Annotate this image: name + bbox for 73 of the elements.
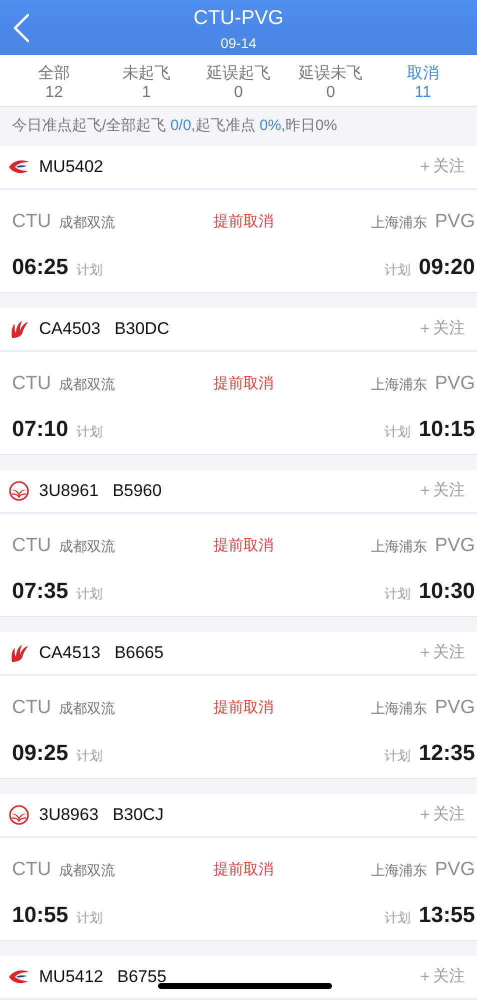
airport-code: CTU [12, 372, 52, 396]
departure-time: 07:35 [12, 576, 68, 604]
airport-name: 成都双流 [59, 212, 116, 232]
arrival-time: 09:20 [418, 252, 475, 280]
follow-button[interactable]: ＋关注 [417, 317, 465, 341]
arrival-time: 10:30 [418, 576, 475, 604]
airport-name: 成都双流 [59, 374, 116, 394]
bird-circle-logo-icon [8, 481, 30, 501]
airport-name: 上海浦东 [370, 374, 427, 394]
flight-status: 提前取消 [214, 537, 274, 554]
airport-code: PVG [434, 858, 475, 882]
airport-code: PVG [434, 210, 475, 234]
filter-tab[interactable]: 取消 11 [376, 55, 470, 106]
flight-number: MU5412 [39, 966, 104, 988]
follow-button[interactable]: ＋关注 [417, 641, 465, 665]
time-label: 计划 [384, 747, 411, 766]
airport-name: 成都双流 [59, 698, 116, 718]
aircraft-registration: B6665 [114, 642, 164, 664]
time-label: 计划 [76, 585, 102, 604]
flight-number: 3U8963 [39, 804, 99, 826]
aircraft-registration: B5960 [112, 480, 162, 502]
bird-circle-logo-icon [8, 805, 30, 825]
airport-code: PVG [434, 372, 475, 396]
airport-code: PVG [434, 534, 475, 558]
departure-time: 09:25 [12, 738, 68, 766]
punctuality-summary: 今日准点起飞/全部起飞 0/0,起飞准点 0%,昨日0% [12, 116, 338, 136]
time-label: 计划 [76, 423, 102, 442]
flight-number: MU5402 [39, 156, 104, 178]
time-label: 计划 [384, 585, 411, 604]
flight-status: 提前取消 [214, 213, 274, 230]
arrival-time: 12:35 [418, 738, 475, 766]
airport-name: 上海浦东 [370, 536, 427, 556]
filter-tab[interactable]: 全部 12 [8, 55, 100, 106]
arrival-time: 10:15 [418, 414, 475, 442]
back-icon[interactable] [12, 13, 32, 43]
aircraft-registration: B30DC [114, 318, 170, 340]
date-label: 09-14 [220, 35, 256, 51]
route-title: CTU-PVG [194, 6, 284, 29]
flight-number: CA4503 [39, 318, 100, 340]
airport-name: 上海浦东 [370, 860, 427, 880]
flight-status: 提前取消 [214, 699, 274, 716]
airport-code: PVG [434, 696, 475, 720]
flight-number: 3U8961 [39, 480, 99, 502]
flight-number: CA4513 [39, 642, 100, 664]
follow-button[interactable]: ＋关注 [417, 479, 465, 503]
airport-name: 成都双流 [59, 860, 116, 880]
flight-status: 提前取消 [214, 861, 274, 878]
time-label: 计划 [76, 909, 102, 928]
filter-tab[interactable]: 延误起飞 0 [192, 55, 285, 106]
flight-status: 提前取消 [214, 375, 274, 392]
airport-name: 上海浦东 [370, 212, 427, 232]
aircraft-registration: B6755 [117, 966, 166, 988]
airport-name: 上海浦东 [370, 698, 427, 718]
follow-button[interactable]: ＋关注 [417, 965, 465, 989]
time-label: 计划 [384, 909, 411, 928]
airport-code: CTU [12, 210, 52, 234]
airport-name: 成都双流 [59, 536, 116, 556]
arrival-time: 13:55 [418, 900, 475, 928]
follow-button[interactable]: ＋关注 [417, 155, 465, 179]
departure-time: 07:10 [12, 414, 68, 442]
time-label: 计划 [76, 747, 102, 766]
aircraft-registration: B30CJ [112, 804, 164, 826]
filter-tab[interactable]: 延误未飞 0 [284, 55, 377, 106]
time-label: 计划 [76, 261, 102, 280]
airport-code: CTU [12, 858, 52, 882]
airport-code: CTU [12, 534, 52, 558]
time-label: 计划 [384, 261, 411, 280]
departure-time: 06:25 [12, 252, 68, 280]
filter-tab[interactable]: 未起飞 1 [100, 55, 192, 106]
departure-time: 10:55 [12, 900, 68, 928]
follow-button[interactable]: ＋关注 [417, 803, 465, 827]
airport-code: CTU [12, 696, 52, 720]
time-label: 计划 [384, 423, 411, 442]
